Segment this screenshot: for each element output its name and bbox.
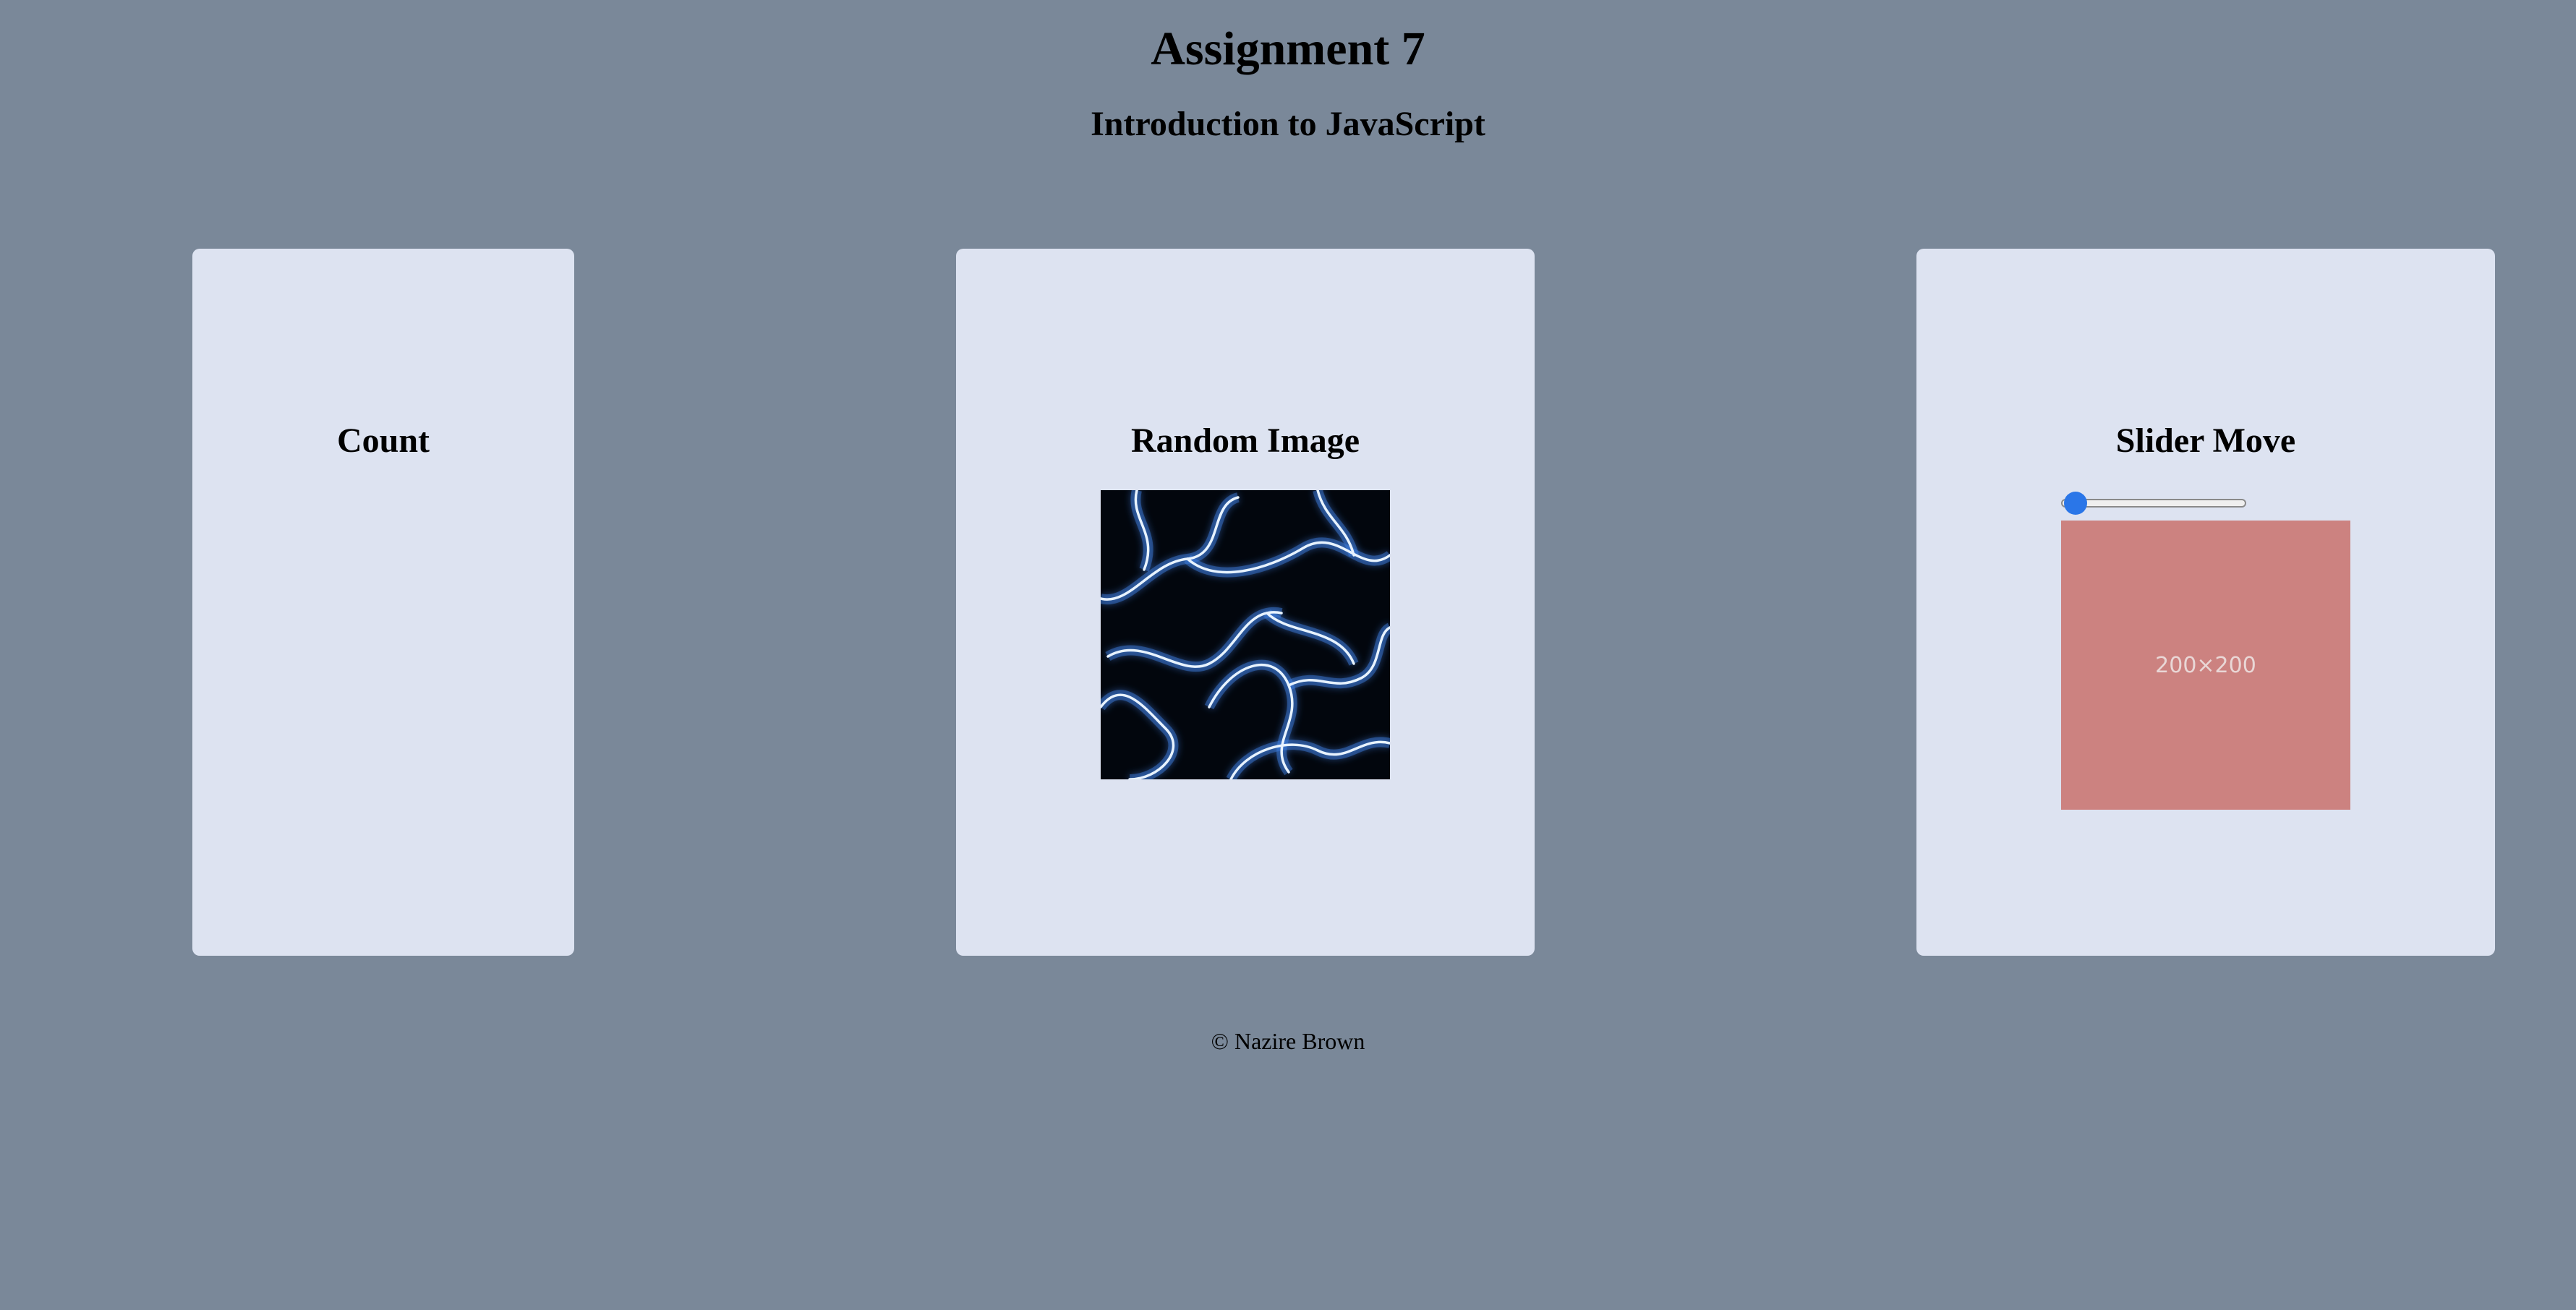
page-subtitle: Introduction to JavaScript (1091, 105, 1485, 143)
footer-copyright: © Nazire Brown (1211, 1028, 1365, 1054)
random-image-card: Random Image (956, 249, 1535, 956)
slider-move-heading: Slider Move (2115, 421, 2296, 460)
range-slider-thumb[interactable] (2064, 492, 2087, 515)
count-card: Count (192, 249, 574, 956)
placeholder-size-label: 200×200 (2155, 652, 2256, 678)
random-image-heading: Random Image (1130, 421, 1360, 460)
range-slider[interactable] (2061, 499, 2246, 508)
moving-placeholder-image: 200×200 (2061, 521, 2350, 810)
count-heading: Count (336, 421, 430, 460)
random-image (1101, 490, 1390, 779)
slider-move-card: Slider Move 200×200 (1916, 249, 2495, 956)
page-title: Assignment 7 (1151, 22, 1425, 75)
